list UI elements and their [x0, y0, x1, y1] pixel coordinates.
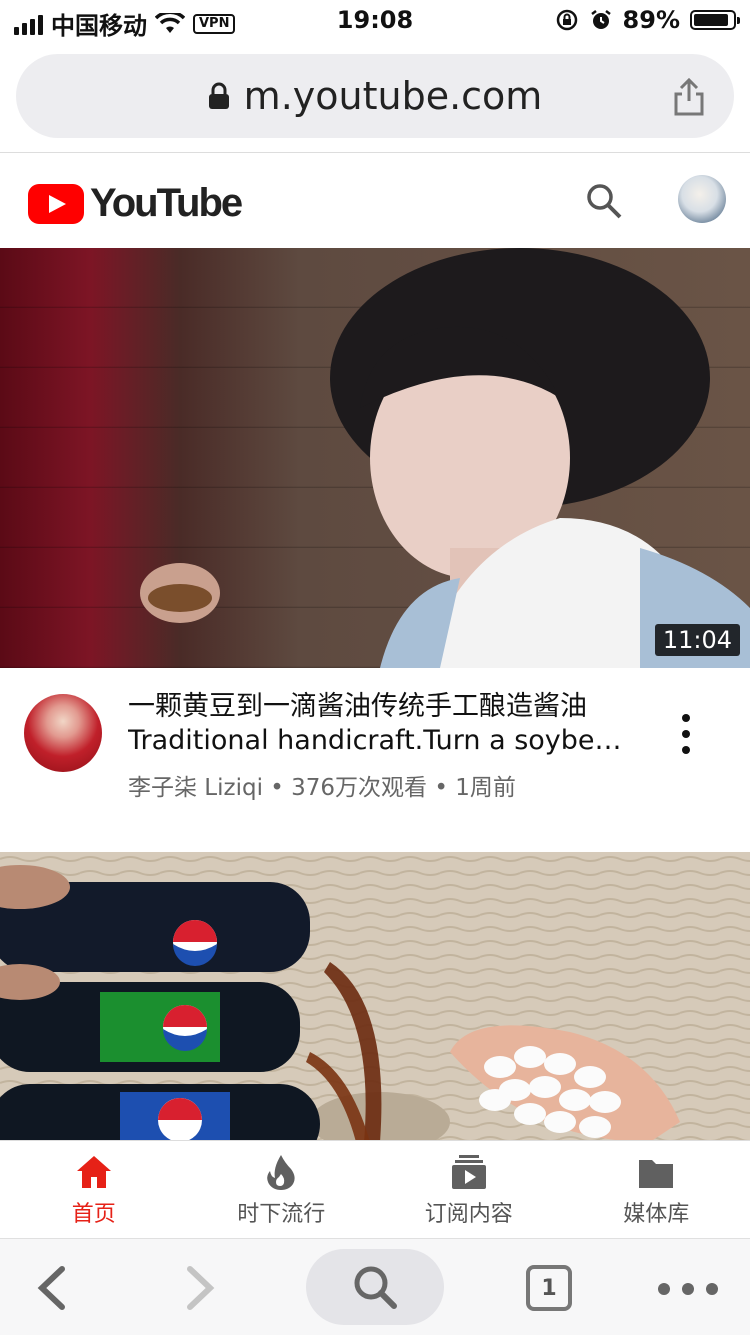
youtube-header: YouTube [0, 152, 750, 249]
more-options-icon[interactable] [676, 714, 696, 754]
battery-percent: 89% [623, 6, 680, 34]
video-thumbnail[interactable]: 11:04 [0, 248, 750, 668]
browser-menu-icon[interactable] [658, 1283, 718, 1295]
lock-icon [208, 82, 230, 110]
nav-label-subscriptions: 订阅内容 [425, 1196, 513, 1228]
back-icon[interactable] [34, 1265, 70, 1311]
video-title-line2: Traditional handicraft.Turn a soybean… [128, 724, 628, 758]
share-icon[interactable] [672, 78, 706, 116]
channel-avatar[interactable] [24, 694, 102, 772]
nav-item-trending[interactable]: 时下流行 [188, 1141, 376, 1239]
address-bar[interactable]: m.youtube.com [16, 54, 734, 138]
video-duration: 11:04 [655, 624, 740, 656]
video-meta: 李子柒 Liziqi • 376万次观看 • 1周前 [128, 768, 516, 802]
home-icon [74, 1152, 114, 1192]
youtube-play-icon [28, 184, 84, 224]
thumbnail-image [0, 248, 750, 668]
tabs-button[interactable]: 1 [526, 1265, 572, 1311]
subscriptions-icon [449, 1152, 489, 1192]
nav-label-trending: 时下流行 [237, 1196, 325, 1228]
browser-toolbar: 1 [0, 1238, 750, 1335]
alarm-icon [589, 8, 613, 32]
trending-icon [261, 1152, 301, 1192]
search-icon[interactable] [584, 181, 624, 221]
status-bar: 中国移动 VPN 19:08 89% [0, 0, 750, 40]
nav-item-subscriptions[interactable]: 订阅内容 [375, 1141, 563, 1239]
search-icon [351, 1263, 399, 1311]
bottom-navigation: 首页 时下流行 订阅内容 媒体库 [0, 1140, 750, 1239]
nav-label-home: 首页 [72, 1196, 116, 1228]
nav-item-library[interactable]: 媒体库 [563, 1141, 750, 1239]
thumbnail-image [0, 852, 750, 1140]
rotation-lock-icon [555, 8, 579, 32]
browser-search-button[interactable] [306, 1249, 444, 1325]
url-text[interactable]: m.youtube.com [244, 74, 543, 118]
forward-icon[interactable] [182, 1265, 218, 1311]
youtube-logo[interactable]: YouTube [28, 181, 241, 226]
logo-text: YouTube [90, 181, 241, 226]
nav-label-library: 媒体库 [623, 1196, 689, 1228]
library-icon [636, 1152, 676, 1192]
video-info[interactable]: 一颗黄豆到一滴酱油传统手工酿造酱油 Traditional handicraft… [0, 668, 750, 852]
video-thumbnail[interactable] [0, 852, 750, 1140]
account-avatar[interactable] [678, 175, 726, 223]
video-title-line1: 一颗黄豆到一滴酱油传统手工酿造酱油 [128, 691, 587, 722]
battery-icon [690, 10, 736, 30]
nav-item-home[interactable]: 首页 [0, 1141, 188, 1239]
video-title[interactable]: 一颗黄豆到一滴酱油传统手工酿造酱油 Traditional handicraft… [128, 690, 628, 758]
